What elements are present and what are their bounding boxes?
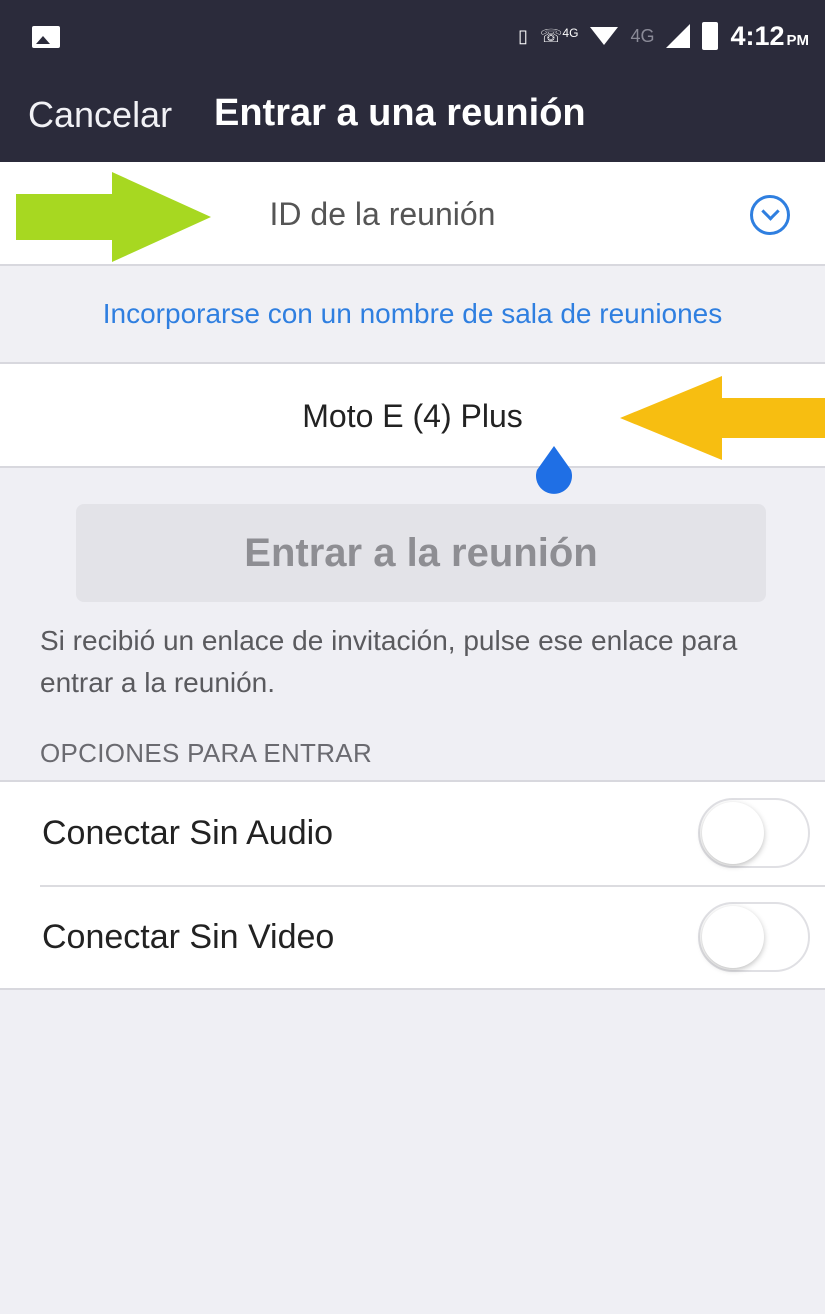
wifi-icon	[590, 27, 619, 45]
gallery-notification-icon	[32, 26, 60, 48]
toggle-knob	[702, 906, 764, 968]
option-no-video-label: Conectar Sin Video	[42, 918, 335, 956]
room-name-link-row: Incorporarse con un nombre de sala de re…	[0, 266, 825, 364]
status-icons: ▯ ☏4G 4G 4:12 PM	[518, 16, 809, 56]
option-no-audio: Conectar Sin Audio	[0, 782, 825, 887]
call-4g-icon: ☏4G	[539, 25, 579, 46]
clock: 4:12 PM	[730, 21, 809, 52]
cancel-button[interactable]: Cancelar	[28, 94, 172, 136]
options-list: Conectar Sin Audio Conectar Sin Video	[0, 780, 825, 990]
options-section-header: OPCIONES PARA ENTRAR	[40, 738, 373, 768]
vibrate-icon: ▯	[518, 25, 528, 46]
room-name-link[interactable]: Incorporarse con un nombre de sala de re…	[0, 298, 825, 330]
battery-icon	[702, 22, 719, 50]
page-title: Entrar a una reunión	[214, 92, 586, 134]
text-cursor-handle-icon[interactable]	[534, 446, 574, 494]
network-type-label-secondary: 4G	[630, 25, 655, 46]
network-type-label: 4G	[562, 25, 579, 40]
invitation-info-text: Si recibió un enlace de invitación, puls…	[40, 625, 738, 698]
no-audio-toggle[interactable]	[698, 798, 810, 868]
chevron-circle-down-icon[interactable]	[750, 195, 790, 235]
yellow-arrow-icon	[620, 376, 825, 460]
title-bar: Cancelar Entrar a una reunión	[0, 78, 825, 162]
no-video-toggle[interactable]	[698, 902, 810, 972]
signal-icon	[666, 24, 691, 48]
status-bar: ▯ ☏4G 4G 4:12 PM	[0, 0, 825, 78]
option-no-video: Conectar Sin Video	[0, 886, 825, 990]
option-no-audio-label: Conectar Sin Audio	[42, 814, 334, 852]
toggle-knob	[702, 802, 764, 864]
clock-suffix: PM	[786, 31, 810, 49]
clock-time: 4:12	[730, 20, 785, 51]
green-arrow-icon	[16, 172, 211, 262]
join-meeting-button[interactable]: Entrar a la reunión	[76, 504, 766, 602]
